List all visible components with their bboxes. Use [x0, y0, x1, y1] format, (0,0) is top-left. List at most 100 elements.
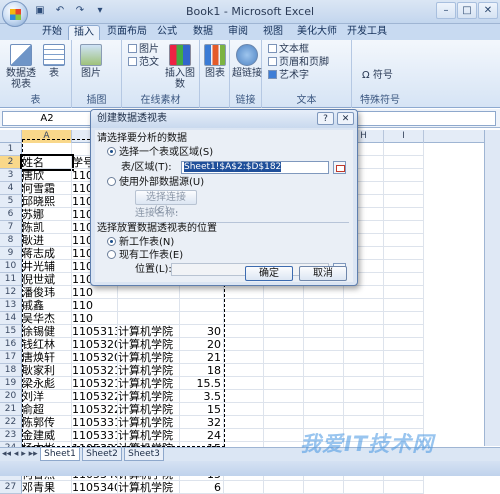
tab-review[interactable]: 审阅 — [225, 25, 251, 40]
cell[interactable]: 陈郭传 — [22, 416, 72, 429]
cell[interactable]: 11053219 — [72, 377, 118, 390]
office-button[interactable] — [2, 1, 28, 27]
cell[interactable] — [384, 390, 424, 403]
cell[interactable]: 钱红林 — [22, 338, 72, 351]
sheet-tab-2[interactable]: Sheet2 — [82, 448, 122, 461]
cell[interactable]: 唐焕轩 — [22, 351, 72, 364]
cell[interactable] — [384, 403, 424, 416]
tab-home[interactable]: 开始 — [34, 25, 70, 40]
cell[interactable]: 15.5 — [180, 377, 224, 390]
cell[interactable] — [264, 481, 304, 494]
cell[interactable] — [304, 403, 344, 416]
cell[interactable] — [224, 312, 264, 325]
close-button[interactable]: ✕ — [478, 2, 498, 19]
cell[interactable]: 11053316 — [72, 429, 118, 442]
radio-select-range[interactable]: 选择一个表或区域(S) — [107, 147, 213, 159]
cell[interactable] — [304, 377, 344, 390]
cell[interactable] — [344, 338, 384, 351]
column-header-i[interactable]: I — [384, 130, 424, 143]
cell[interactable] — [384, 312, 424, 325]
row-header[interactable]: 23 — [0, 429, 22, 442]
cell[interactable]: 110 — [72, 299, 118, 312]
radio-new-sheet[interactable]: 新工作表(N) — [107, 237, 174, 249]
insert-picture-button[interactable]: 插入图数 — [162, 44, 198, 90]
cell[interactable] — [118, 312, 180, 325]
cell[interactable] — [304, 338, 344, 351]
cell[interactable] — [304, 312, 344, 325]
cell[interactable] — [344, 403, 384, 416]
cell[interactable] — [264, 312, 304, 325]
cell[interactable] — [304, 325, 344, 338]
cell[interactable] — [384, 260, 424, 273]
cell[interactable]: 24 — [180, 429, 224, 442]
wordart-button[interactable]: 艺术字 — [268, 70, 309, 82]
cell[interactable]: 梁永彪 — [22, 377, 72, 390]
cell[interactable] — [264, 390, 304, 403]
cell[interactable]: 11053201 — [72, 338, 118, 351]
cell[interactable] — [384, 351, 424, 364]
row-header[interactable]: 27 — [0, 481, 22, 494]
cell[interactable] — [224, 338, 264, 351]
tab-view[interactable]: 视图 — [260, 25, 286, 40]
row-header[interactable]: 3 — [0, 169, 22, 182]
cell[interactable]: 计算机学院 — [118, 325, 180, 338]
cell[interactable] — [224, 351, 264, 364]
cell[interactable] — [384, 195, 424, 208]
cell[interactable] — [264, 416, 304, 429]
row-header[interactable]: 16 — [0, 338, 22, 351]
column-header-a[interactable]: A — [22, 130, 72, 143]
cell[interactable]: 吴华杰 — [22, 312, 72, 325]
cell[interactable] — [180, 286, 224, 299]
cell[interactable] — [384, 286, 424, 299]
tab-page-layout[interactable]: 页面布局 — [106, 25, 148, 40]
cell[interactable] — [304, 390, 344, 403]
cell[interactable] — [264, 338, 304, 351]
hyperlink-button[interactable]: 超链接 — [232, 44, 262, 79]
row-header[interactable]: 11 — [0, 273, 22, 286]
cell[interactable] — [224, 429, 264, 442]
cell[interactable]: 6 — [180, 481, 224, 494]
cell[interactable]: 蒋志成 — [22, 247, 72, 260]
row-header[interactable]: 5 — [0, 195, 22, 208]
textbox-button[interactable]: 文本框 — [268, 44, 309, 56]
range-collapse-icon[interactable] — [333, 161, 346, 174]
cell[interactable] — [384, 299, 424, 312]
row-header[interactable]: 8 — [0, 234, 22, 247]
tab-insert[interactable]: 插入 — [68, 25, 100, 40]
cell[interactable]: 11053222 — [72, 390, 118, 403]
cell[interactable] — [384, 377, 424, 390]
row-header[interactable]: 21 — [0, 403, 22, 416]
cell[interactable] — [384, 481, 424, 494]
cell[interactable] — [264, 429, 304, 442]
cell[interactable] — [344, 364, 384, 377]
row-header[interactable]: 6 — [0, 208, 22, 221]
cell[interactable]: 俞超 — [22, 403, 72, 416]
cell[interactable]: 刘洋 — [22, 390, 72, 403]
cell[interactable] — [384, 273, 424, 286]
cell[interactable] — [118, 286, 180, 299]
cell[interactable] — [224, 377, 264, 390]
name-box[interactable]: A2 — [2, 111, 92, 126]
cell[interactable] — [264, 351, 304, 364]
row-header[interactable]: 17 — [0, 351, 22, 364]
cell[interactable]: 计算机学院 — [118, 429, 180, 442]
cell[interactable] — [384, 182, 424, 195]
cell[interactable] — [224, 364, 264, 377]
cell[interactable]: 倪世斌 — [22, 273, 72, 286]
cell[interactable]: 计算机学院 — [118, 481, 180, 494]
cell[interactable]: 110 — [72, 312, 118, 325]
cell[interactable] — [224, 416, 264, 429]
cell[interactable] — [264, 403, 304, 416]
choose-connection-button[interactable]: 选择连接(C)... — [135, 190, 197, 216]
cell[interactable]: 计算机学院 — [118, 377, 180, 390]
cell[interactable] — [118, 299, 180, 312]
cell[interactable]: 11053226 — [72, 403, 118, 416]
cell[interactable] — [264, 364, 304, 377]
cell[interactable] — [344, 481, 384, 494]
cell[interactable]: 11053205 — [72, 351, 118, 364]
cell[interactable] — [344, 351, 384, 364]
cell[interactable] — [304, 351, 344, 364]
cell[interactable]: 计算机学院 — [118, 364, 180, 377]
cell[interactable]: 井光辅 — [22, 260, 72, 273]
cell[interactable]: 11053408 — [72, 481, 118, 494]
